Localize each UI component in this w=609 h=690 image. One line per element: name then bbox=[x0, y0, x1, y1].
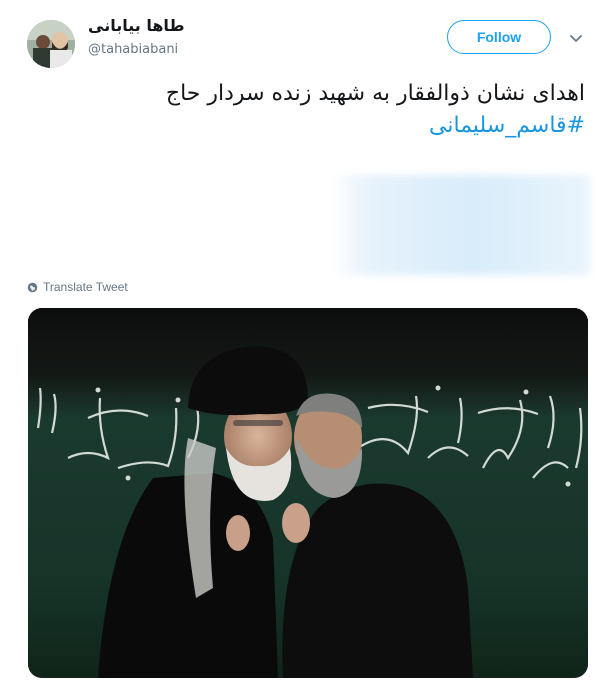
user-handle[interactable]: @tahabiabani bbox=[88, 42, 178, 57]
chevron-down-icon[interactable] bbox=[568, 30, 584, 46]
hashtag-link[interactable]: #قاسم_سلیمانی bbox=[45, 110, 585, 142]
tweet-photo[interactable] bbox=[28, 308, 588, 678]
tweet-body: اهدای نشان ذوالفقار به شهید زنده سردار ح… bbox=[165, 81, 585, 106]
translate-tweet-button[interactable]: Translate Tweet bbox=[27, 280, 128, 294]
display-name[interactable]: طاها بیابانی bbox=[88, 16, 185, 35]
photo-image bbox=[28, 308, 588, 678]
tweet-header: طاها بیابانی @tahabiabani Follow bbox=[0, 0, 609, 70]
avatar[interactable] bbox=[27, 20, 75, 68]
translate-label: Translate Tweet bbox=[43, 280, 128, 294]
follow-button[interactable]: Follow bbox=[447, 20, 551, 54]
blurred-link-preview bbox=[330, 175, 590, 275]
avatar-image bbox=[27, 20, 75, 68]
tweet-text: اهدای نشان ذوالفقار به شهید زنده سردار ح… bbox=[45, 78, 585, 142]
globe-icon bbox=[27, 282, 38, 292]
